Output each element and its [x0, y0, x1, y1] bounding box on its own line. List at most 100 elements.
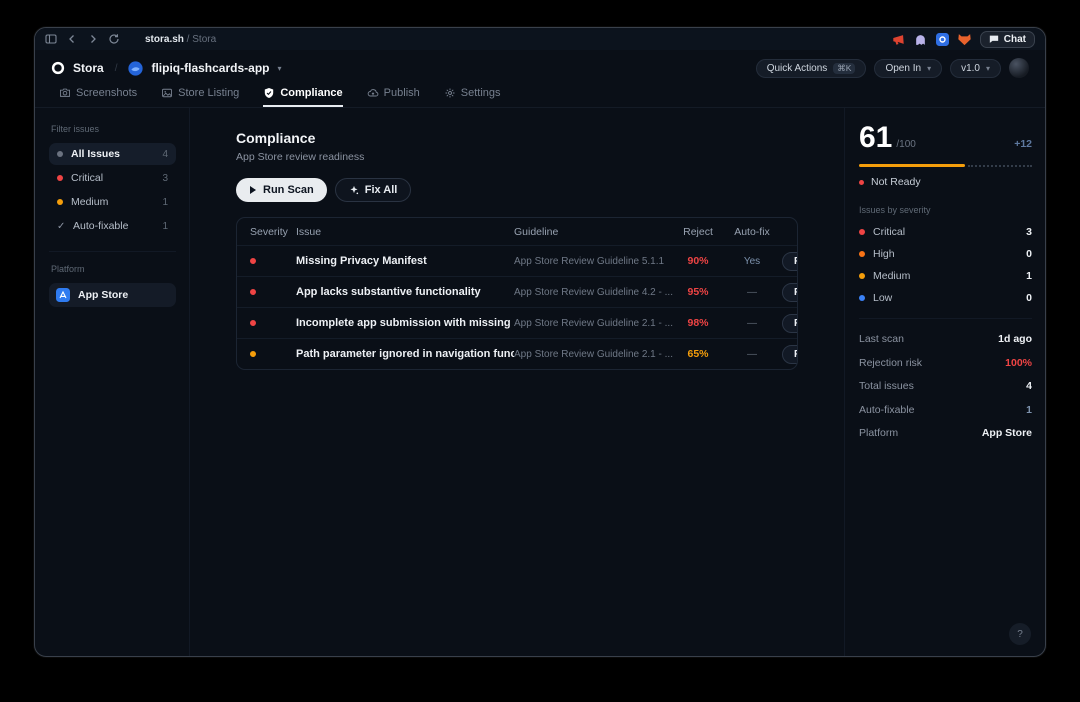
table-row[interactable]: App lacks substantive functionality App … — [237, 276, 797, 307]
user-avatar[interactable] — [1009, 58, 1029, 78]
browser-chrome: stora.sh / Stora Chat — [35, 28, 1045, 50]
sidebar-item-count: 1 — [162, 221, 168, 232]
fix-button[interactable]: Fix — [782, 314, 798, 333]
sidebar-toggle-icon[interactable] — [45, 33, 57, 45]
stat-label: Last scan — [859, 333, 904, 345]
stat-label: Platform — [859, 427, 898, 439]
app-header: Stora / flipiq-flashcards-app ▾ Quick Ac… — [35, 50, 1045, 86]
tab-publish[interactable]: Publish — [367, 86, 420, 107]
run-scan-button[interactable]: Run Scan — [236, 178, 327, 202]
issues-table: Severity Issue Guideline Reject Auto-fix… — [236, 217, 798, 370]
version-button[interactable]: v1.0 ▾ — [950, 59, 1001, 78]
filter-issues-title: Filter issues — [51, 124, 176, 134]
tab-settings[interactable]: Settings — [444, 86, 501, 107]
filter-sidebar: Filter issues All Issues 4 Critical 3 Me… — [35, 108, 190, 656]
stat-value: 100% — [1005, 357, 1032, 369]
quick-actions-button[interactable]: Quick Actions ⌘K — [756, 59, 867, 78]
stora-logo-icon — [51, 61, 65, 75]
table-header-row: Severity Issue Guideline Reject Auto-fix — [237, 218, 797, 245]
megaphone-extension-icon[interactable] — [892, 33, 905, 46]
reject-percent: 95% — [674, 286, 722, 298]
score-panel: 61 /100 +12 Not Ready Issues by severity… — [844, 108, 1045, 656]
table-row[interactable]: Missing Privacy Manifest App Store Revie… — [237, 245, 797, 276]
severity-label: Medium — [873, 270, 910, 282]
panel-divider — [859, 318, 1032, 319]
reject-percent: 90% — [674, 255, 722, 267]
stat-value: App Store — [982, 427, 1032, 439]
reload-icon[interactable] — [108, 33, 120, 45]
score-progress-bar — [859, 164, 1032, 167]
tab-label: Compliance — [280, 87, 342, 99]
gear-icon — [444, 87, 456, 99]
open-in-button[interactable]: Open In ▾ — [874, 59, 942, 78]
table-row[interactable]: Path parameter ignored in navigation fun… — [237, 338, 797, 369]
version-caret-icon: ▾ — [986, 64, 990, 73]
forward-icon[interactable] — [87, 33, 99, 45]
severity-dot-icon — [250, 289, 256, 295]
tab-compliance[interactable]: Compliance — [263, 86, 342, 107]
score-delta: +12 — [1014, 138, 1032, 150]
sidebar-divider — [49, 251, 176, 252]
platform-item-label: App Store — [78, 289, 128, 301]
chat-button-label: Chat — [1004, 34, 1026, 45]
fix-button[interactable]: Fix — [782, 345, 798, 364]
address-bar[interactable]: stora.sh / Stora — [145, 34, 216, 45]
sidebar-item-count: 1 — [162, 197, 168, 208]
tab-screenshots[interactable]: Screenshots — [59, 86, 137, 107]
issue-title: Incomplete app submission with missing c… — [296, 317, 514, 329]
status-dot-icon — [859, 180, 864, 185]
stat-label: Total issues — [859, 380, 914, 392]
ghost-extension-icon[interactable] — [914, 33, 927, 46]
stat-platform: Platform App Store — [859, 427, 1032, 439]
stat-value: 1 — [1026, 404, 1032, 416]
col-header-guideline: Guideline — [514, 226, 674, 238]
reject-percent: 65% — [674, 348, 722, 360]
project-app-icon — [128, 61, 143, 76]
browser-window: stora.sh / Stora Chat Stora / flipiq-fla… — [34, 27, 1046, 657]
sidebar-item-auto-fixable[interactable]: ✓ Auto-fixable 1 — [49, 215, 176, 237]
tab-label: Screenshots — [76, 87, 137, 99]
sparkle-icon — [349, 185, 359, 195]
autofix-value: Yes — [722, 256, 782, 267]
stat-label: Rejection risk — [859, 357, 922, 369]
compliance-main: Compliance App Store review readiness Ru… — [190, 108, 844, 656]
fix-button[interactable]: Fix — [782, 283, 798, 302]
issue-guideline: App Store Review Guideline 2.1 - ... — [514, 349, 674, 360]
fix-all-button[interactable]: Fix All — [335, 178, 412, 202]
help-button[interactable]: ? — [1009, 623, 1031, 645]
stat-last-scan: Last scan 1d ago — [859, 333, 1032, 345]
sidebar-item-all-issues[interactable]: All Issues 4 — [49, 143, 176, 165]
severity-count: 0 — [1026, 248, 1032, 260]
issue-guideline: App Store Review Guideline 4.2 - ... — [514, 287, 674, 298]
chat-bubble-icon — [989, 34, 999, 44]
sidebar-item-count: 3 — [162, 173, 168, 184]
blue-extension-icon[interactable] — [936, 33, 949, 46]
severity-dot-icon — [250, 258, 256, 264]
critical-dot-icon — [859, 229, 865, 235]
back-icon[interactable] — [66, 33, 78, 45]
sidebar-item-medium[interactable]: Medium 1 — [49, 191, 176, 213]
camera-icon — [59, 87, 71, 99]
severity-label: Low — [873, 292, 892, 304]
sidebar-item-critical[interactable]: Critical 3 — [49, 167, 176, 189]
fox-extension-icon[interactable] — [958, 33, 971, 46]
app-store-icon — [56, 288, 70, 302]
severity-row-low: Low 0 — [859, 292, 1032, 304]
page-title: Compliance — [236, 130, 844, 146]
sidebar-item-app-store[interactable]: App Store — [49, 283, 176, 307]
col-header-reject: Reject — [674, 226, 722, 238]
col-header-autofix: Auto-fix — [722, 226, 782, 238]
tab-store-listing[interactable]: Store Listing — [161, 86, 239, 107]
low-dot-icon — [859, 295, 865, 301]
tab-bar: Screenshots Store Listing Compliance Pub… — [35, 86, 1045, 108]
severity-dot-icon — [250, 351, 256, 357]
issue-title: App lacks substantive functionality — [296, 286, 514, 298]
score-max: /100 — [896, 139, 915, 150]
severity-row-medium: Medium 1 — [859, 270, 1032, 282]
open-in-label: Open In — [885, 63, 921, 74]
project-caret-icon[interactable]: ▾ — [277, 64, 281, 73]
fix-button[interactable]: Fix — [782, 252, 798, 271]
table-row[interactable]: Incomplete app submission with missing c… — [237, 307, 797, 338]
chat-button[interactable]: Chat — [980, 31, 1035, 48]
project-selector[interactable]: flipiq-flashcards-app — [151, 61, 269, 75]
